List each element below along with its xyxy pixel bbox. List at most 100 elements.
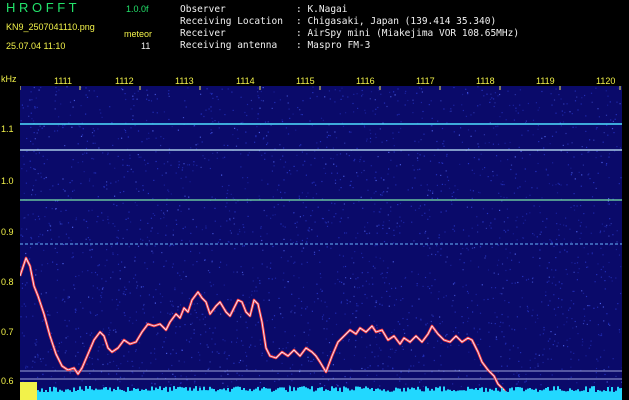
noise-dot xyxy=(386,272,388,274)
activity-bar-segment xyxy=(617,386,619,400)
noise-dot xyxy=(217,98,219,101)
noise-dot xyxy=(302,247,305,249)
noise-dot xyxy=(395,287,397,289)
noise-dot xyxy=(326,225,329,227)
noise-dot xyxy=(379,303,381,305)
activity-bar-segment xyxy=(417,386,419,400)
noise-dot xyxy=(220,225,222,227)
noise-dot xyxy=(607,203,609,205)
noise-dot xyxy=(119,191,121,194)
noise-dot xyxy=(67,295,69,298)
noise-dot xyxy=(557,182,559,184)
activity-bar-segment xyxy=(337,391,339,400)
noise-dot xyxy=(290,239,292,241)
noise-dot xyxy=(254,290,256,292)
noise-dot xyxy=(92,336,94,338)
noise-dot xyxy=(311,182,313,184)
noise-dot xyxy=(157,377,159,379)
noise-dot xyxy=(62,126,64,129)
noise-dot xyxy=(399,216,401,218)
noise-dot xyxy=(54,108,56,110)
noise-dot xyxy=(206,344,208,346)
noise-dot xyxy=(209,361,211,363)
noise-dot xyxy=(31,118,33,120)
activity-bar-segment xyxy=(333,388,335,400)
noise-dot xyxy=(55,382,57,384)
noise-dot xyxy=(372,265,374,267)
noise-dot xyxy=(160,144,162,147)
noise-dot xyxy=(501,365,503,367)
noise-dot xyxy=(160,311,162,313)
noise-dot xyxy=(143,159,146,161)
noise-dot xyxy=(259,382,261,384)
noise-dot xyxy=(377,365,379,367)
noise-dot xyxy=(123,377,125,379)
noise-dot xyxy=(421,91,423,93)
activity-bar-segment xyxy=(183,387,185,400)
noise-dot xyxy=(163,138,165,140)
noise-dot xyxy=(114,225,116,227)
noise-dot xyxy=(503,196,505,198)
noise-dot xyxy=(616,230,618,232)
noise-dot xyxy=(416,285,418,287)
noise-dot xyxy=(418,141,420,143)
noise-dot xyxy=(434,279,436,281)
noise-dot xyxy=(100,295,102,297)
noise-dot xyxy=(499,325,501,327)
noise-dot xyxy=(373,211,375,213)
noise-dot xyxy=(135,350,137,352)
noise-dot xyxy=(284,331,286,333)
noise-dot xyxy=(229,230,231,232)
noise-dot xyxy=(279,307,281,309)
noise-dot xyxy=(411,305,413,307)
noise-dot xyxy=(467,163,470,165)
noise-dot xyxy=(193,243,195,245)
noise-dot xyxy=(556,192,559,194)
noise-dot xyxy=(558,297,560,300)
noise-dot xyxy=(294,222,296,224)
noise-dot xyxy=(196,303,198,305)
noise-dot xyxy=(90,245,92,247)
activity-bar-segment xyxy=(589,388,591,400)
noise-dot xyxy=(238,374,240,376)
activity-bar-segment xyxy=(619,388,621,400)
noise-dot xyxy=(301,364,303,366)
y-tick-label: 0.8 xyxy=(1,277,14,287)
noise-dot xyxy=(468,351,470,353)
noise-dot xyxy=(163,214,165,216)
noise-dot xyxy=(337,278,339,281)
noise-dot xyxy=(312,92,314,94)
noise-dot xyxy=(512,233,514,235)
noise-dot xyxy=(405,383,407,385)
activity-bar-segment xyxy=(89,386,91,400)
noise-dot xyxy=(101,288,104,290)
noise-dot xyxy=(104,265,106,267)
noise-dot xyxy=(571,113,573,115)
noise-dot xyxy=(152,130,154,132)
noise-dot xyxy=(366,140,368,142)
noise-dot xyxy=(428,209,430,211)
noise-dot xyxy=(359,159,361,161)
activity-bar-segment xyxy=(345,387,347,400)
noise-dot xyxy=(214,220,216,222)
noise-dot xyxy=(344,142,346,144)
noise-dot xyxy=(497,143,500,145)
noise-dot xyxy=(445,335,447,337)
noise-dot xyxy=(615,114,617,116)
noise-dot xyxy=(438,162,440,164)
noise-dot xyxy=(450,264,452,266)
noise-dot xyxy=(421,117,423,119)
noise-dot xyxy=(58,236,60,238)
noise-dot xyxy=(33,86,35,89)
noise-dot xyxy=(385,277,387,279)
noise-dot xyxy=(350,131,352,133)
noise-dot xyxy=(289,169,291,172)
noise-dot xyxy=(335,165,338,167)
noise-dot xyxy=(193,329,195,331)
noise-dot xyxy=(203,207,206,209)
noise-dot xyxy=(219,109,221,111)
activity-bar-segment xyxy=(63,391,65,400)
noise-dot xyxy=(103,186,105,188)
noise-dot xyxy=(33,168,35,170)
noise-dot xyxy=(453,225,455,227)
